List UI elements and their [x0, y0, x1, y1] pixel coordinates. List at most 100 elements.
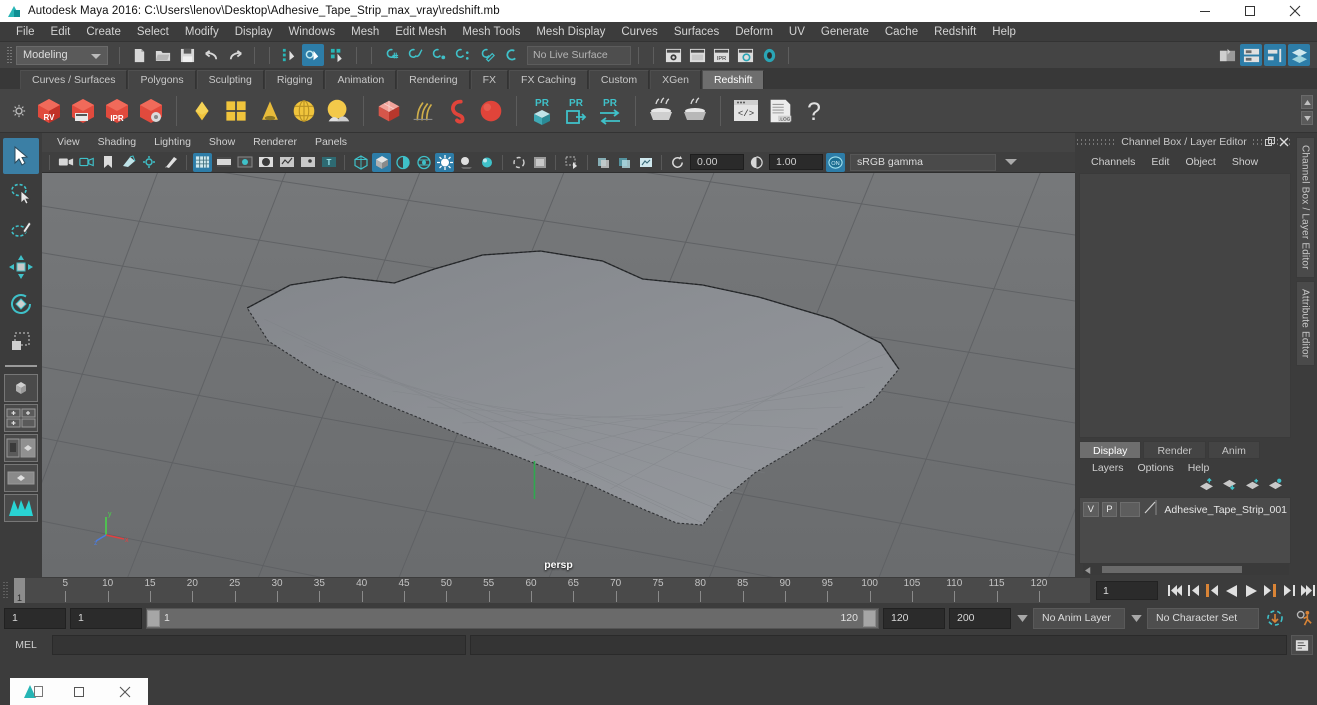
shadows-icon[interactable]: [456, 153, 475, 172]
menu-modify[interactable]: Modify: [177, 22, 227, 42]
step-back-frame-icon[interactable]: [1203, 581, 1222, 601]
camera-attributes-icon[interactable]: [77, 153, 96, 172]
menu-deform[interactable]: Deform: [727, 22, 781, 42]
range-slider-left-handle[interactable]: [147, 609, 160, 627]
xray-mode-icon[interactable]: [594, 153, 613, 172]
grease-pencil-icon[interactable]: [161, 153, 180, 172]
bookmark-icon[interactable]: [98, 153, 117, 172]
show-hide-channel-box-icon[interactable]: [1264, 44, 1286, 66]
move-tool-icon[interactable]: [3, 249, 39, 285]
character-set-field[interactable]: No Character Set: [1147, 607, 1259, 629]
shelf-tab-redshift[interactable]: Redshift: [701, 70, 765, 89]
layer-shading-toggle[interactable]: [1120, 502, 1141, 517]
grid-toggle-icon[interactable]: [193, 152, 212, 172]
motion-blur-icon[interactable]: [509, 153, 528, 172]
redshift-hair-icon[interactable]: [406, 93, 440, 129]
timeline-grip[interactable]: [2, 580, 12, 602]
menu-mesh-tools[interactable]: Mesh Tools: [454, 22, 528, 42]
command-language-label[interactable]: MEL: [4, 639, 48, 651]
menu-create[interactable]: Create: [78, 22, 129, 42]
layer-visibility-toggle[interactable]: V: [1083, 502, 1099, 517]
range-slider-right-handle[interactable]: [863, 609, 876, 627]
lasso-select-tool-icon[interactable]: [3, 175, 39, 211]
viewport-menu-renderer[interactable]: Renderer: [244, 133, 306, 152]
character-set-dropdown-icon[interactable]: [1129, 614, 1143, 622]
channel-box-menu-object[interactable]: Object: [1177, 156, 1223, 168]
live-surface-field[interactable]: No Live Surface: [527, 45, 631, 65]
textured-icon[interactable]: [414, 153, 433, 172]
redshift-light-cone-icon[interactable]: [253, 93, 287, 129]
side-tab-attribute-editor[interactable]: Attribute Editor: [1295, 280, 1315, 367]
redshift-render-sequence-icon[interactable]: [66, 93, 100, 129]
menu-curves[interactable]: Curves: [613, 22, 665, 42]
redshift-bake-set-icon[interactable]: [678, 93, 712, 129]
time-slider[interactable]: 1 5 10 15 20 25 30 35 40 45 50 55 60 65 70 75 80 85 90 95 1…: [14, 578, 1090, 603]
step-forward-frame-icon[interactable]: [1260, 581, 1279, 601]
redshift-material-icon[interactable]: [185, 93, 219, 129]
menu-edit[interactable]: Edit: [43, 22, 79, 42]
shelf-tab-fx-caching[interactable]: FX Caching: [509, 70, 588, 89]
maximize-taskbar-icon[interactable]: [56, 678, 102, 705]
snap-view-plane-icon[interactable]: [476, 44, 498, 66]
shelf-options-gear-icon[interactable]: [6, 104, 32, 118]
viewport-menu-panels[interactable]: Panels: [306, 133, 356, 152]
xray-joints-icon[interactable]: [277, 153, 296, 172]
menu-edit-mesh[interactable]: Edit Mesh: [387, 22, 454, 42]
menu-surfaces[interactable]: Surfaces: [666, 22, 727, 42]
gamma-field[interactable]: 1.00: [769, 154, 823, 170]
step-forward-keyframe-icon[interactable]: [1279, 581, 1298, 601]
step-back-keyframe-icon[interactable]: [1184, 581, 1203, 601]
menu-cache[interactable]: Cache: [877, 22, 926, 42]
close-icon[interactable]: [1272, 0, 1317, 22]
snapshot-icon[interactable]: [636, 153, 655, 172]
side-tab-channel-box[interactable]: Channel Box / Layer Editor: [1295, 137, 1315, 278]
redshift-render-view-icon[interactable]: RV: [32, 93, 66, 129]
xray-joints-mode-icon[interactable]: [615, 153, 634, 172]
play-backwards-icon[interactable]: [1222, 581, 1241, 601]
snap-curve-icon[interactable]: [404, 44, 426, 66]
snap-point-icon[interactable]: [428, 44, 450, 66]
maximize-icon[interactable]: [1227, 0, 1272, 22]
anim-layer-dropdown-icon[interactable]: [1015, 614, 1029, 622]
animation-end-time-field[interactable]: 200: [949, 607, 1011, 629]
panel-grip[interactable]: [1077, 138, 1116, 146]
channel-box-menu-show[interactable]: Show: [1224, 156, 1266, 168]
color-management-toggle-icon[interactable]: ON: [826, 152, 845, 172]
shelf-tab-custom[interactable]: Custom: [588, 70, 650, 89]
layer-menu-help[interactable]: Help: [1181, 462, 1217, 474]
scrollbar-thumb[interactable]: [1102, 566, 1242, 573]
command-input[interactable]: [52, 635, 466, 655]
redshift-log-icon[interactable]: .LOG: [763, 93, 797, 129]
layer-color-swatch[interactable]: [1143, 499, 1157, 520]
redshift-proxy-cube-icon[interactable]: [372, 93, 406, 129]
show-hide-layers-icon[interactable]: [1288, 44, 1310, 66]
two-d-pan-zoom-icon[interactable]: [140, 153, 159, 172]
redshift-render-settings-icon[interactable]: [134, 93, 168, 129]
new-scene-icon[interactable]: [128, 44, 150, 66]
xray-active-components-icon[interactable]: [298, 153, 317, 172]
redshift-texture-grid-icon[interactable]: [219, 93, 253, 129]
exposure-icon[interactable]: [668, 153, 687, 172]
render-settings-icon[interactable]: [734, 44, 756, 66]
exposure-field[interactable]: 0.00: [690, 154, 744, 170]
layer-menu-options[interactable]: Options: [1131, 462, 1181, 474]
redshift-bake-icon[interactable]: [644, 93, 678, 129]
color-management-select[interactable]: sRGB gamma: [850, 153, 1017, 171]
redshift-proxy-export-icon[interactable]: PR: [559, 93, 593, 129]
playback-end-time-field[interactable]: 120: [883, 607, 945, 629]
menu-uv[interactable]: UV: [781, 22, 813, 42]
layer-playback-toggle[interactable]: P: [1101, 502, 1118, 517]
undo-icon[interactable]: [200, 44, 222, 66]
ambient-occlusion-icon[interactable]: [477, 153, 496, 172]
gamma-icon[interactable]: [747, 153, 766, 172]
save-scene-icon[interactable]: [176, 44, 198, 66]
render-current-frame-icon[interactable]: [662, 44, 684, 66]
shelf-tab-polygons[interactable]: Polygons: [128, 70, 196, 89]
menu-set-selector[interactable]: Modeling: [16, 45, 108, 65]
use-all-lights-icon[interactable]: [435, 152, 454, 172]
film-gate-icon[interactable]: [214, 153, 233, 172]
anim-layer-field[interactable]: No Anim Layer: [1033, 607, 1125, 629]
script-editor-icon[interactable]: [1291, 635, 1313, 655]
select-object-icon[interactable]: [302, 44, 324, 66]
redshift-ipr-icon[interactable]: IPR: [100, 93, 134, 129]
